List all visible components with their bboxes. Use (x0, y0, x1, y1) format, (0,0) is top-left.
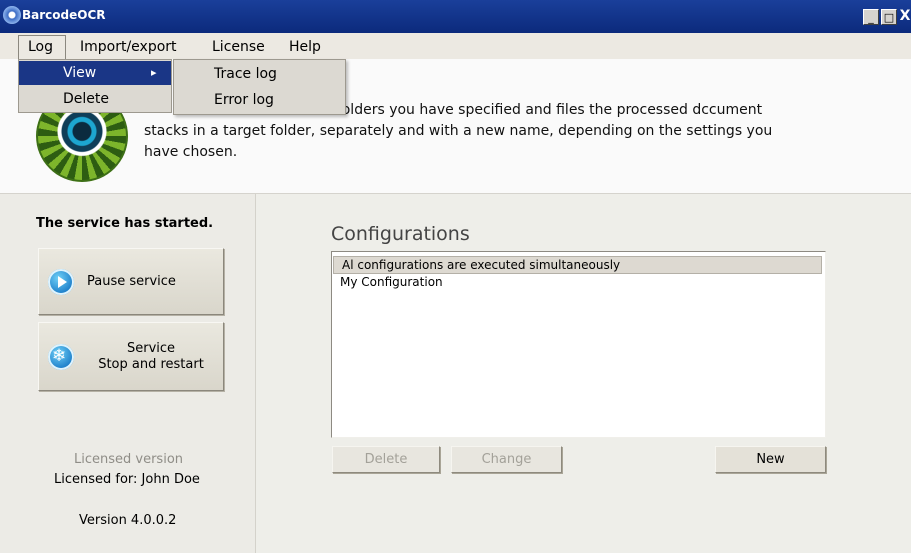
play-icon (48, 269, 74, 295)
title-bar: BarcodeOCR _ □ X (0, 0, 911, 33)
change-button[interactable]: Change (451, 446, 562, 473)
pause-service-button[interactable]: Pause service (38, 248, 224, 315)
stop-restart-button[interactable]: ❄ Service Stop and restart (38, 322, 224, 391)
new-button[interactable]: New (715, 446, 826, 473)
maximize-button[interactable]: □ (881, 9, 897, 25)
menu-item-error-log[interactable]: Error log (214, 92, 274, 108)
description-line-2: stacks in a target folder, separately an… (144, 123, 773, 139)
view-submenu: Trace log Error log (173, 59, 346, 115)
list-item[interactable]: My Configuration (340, 275, 443, 289)
description-line-3: have chosen. (144, 144, 238, 160)
menu-item-delete[interactable]: Delete (19, 87, 171, 111)
service-status: The service has started. (36, 216, 214, 231)
minimize-button[interactable]: _ (863, 9, 879, 25)
menu-item-view-label: View (63, 65, 97, 81)
configurations-list[interactable]: Al configurations are executed simultane… (331, 251, 826, 438)
version-text: Version 4.0.0.2 (79, 513, 177, 528)
menu-license[interactable]: License (212, 39, 265, 55)
menu-log[interactable]: Log (28, 39, 53, 55)
pause-service-label: Pause service (87, 274, 176, 289)
menu-item-view[interactable]: View ▸ (19, 61, 171, 85)
app-icon (3, 6, 21, 24)
snowflake-icon: ❄ (48, 344, 74, 370)
log-menu-dropdown: View ▸ Delete (18, 59, 172, 113)
licensed-version-text: Licensed version (74, 452, 184, 467)
stop-restart-line-2: Stop and restart (98, 357, 204, 372)
close-button[interactable]: X (899, 9, 911, 25)
licensed-for-text: Licensed for: John Doe (54, 472, 200, 487)
stop-restart-line-1: Service (126, 341, 176, 356)
submenu-arrow-icon: ▸ (151, 66, 157, 79)
menu-item-delete-label: Delete (63, 91, 109, 107)
stop-restart-label: Service Stop and restart (87, 341, 215, 373)
delete-button[interactable]: Delete (332, 446, 440, 473)
list-item[interactable]: Al configurations are executed simultane… (333, 256, 822, 274)
menu-item-trace-log[interactable]: Trace log (214, 66, 277, 82)
menu-import-export[interactable]: Import/export (80, 39, 177, 55)
menu-help[interactable]: Help (289, 39, 321, 55)
window-controls: _ □ X (861, 9, 911, 27)
window-title: BarcodeOCR (22, 8, 106, 22)
configurations-title: Configurations (331, 223, 470, 245)
